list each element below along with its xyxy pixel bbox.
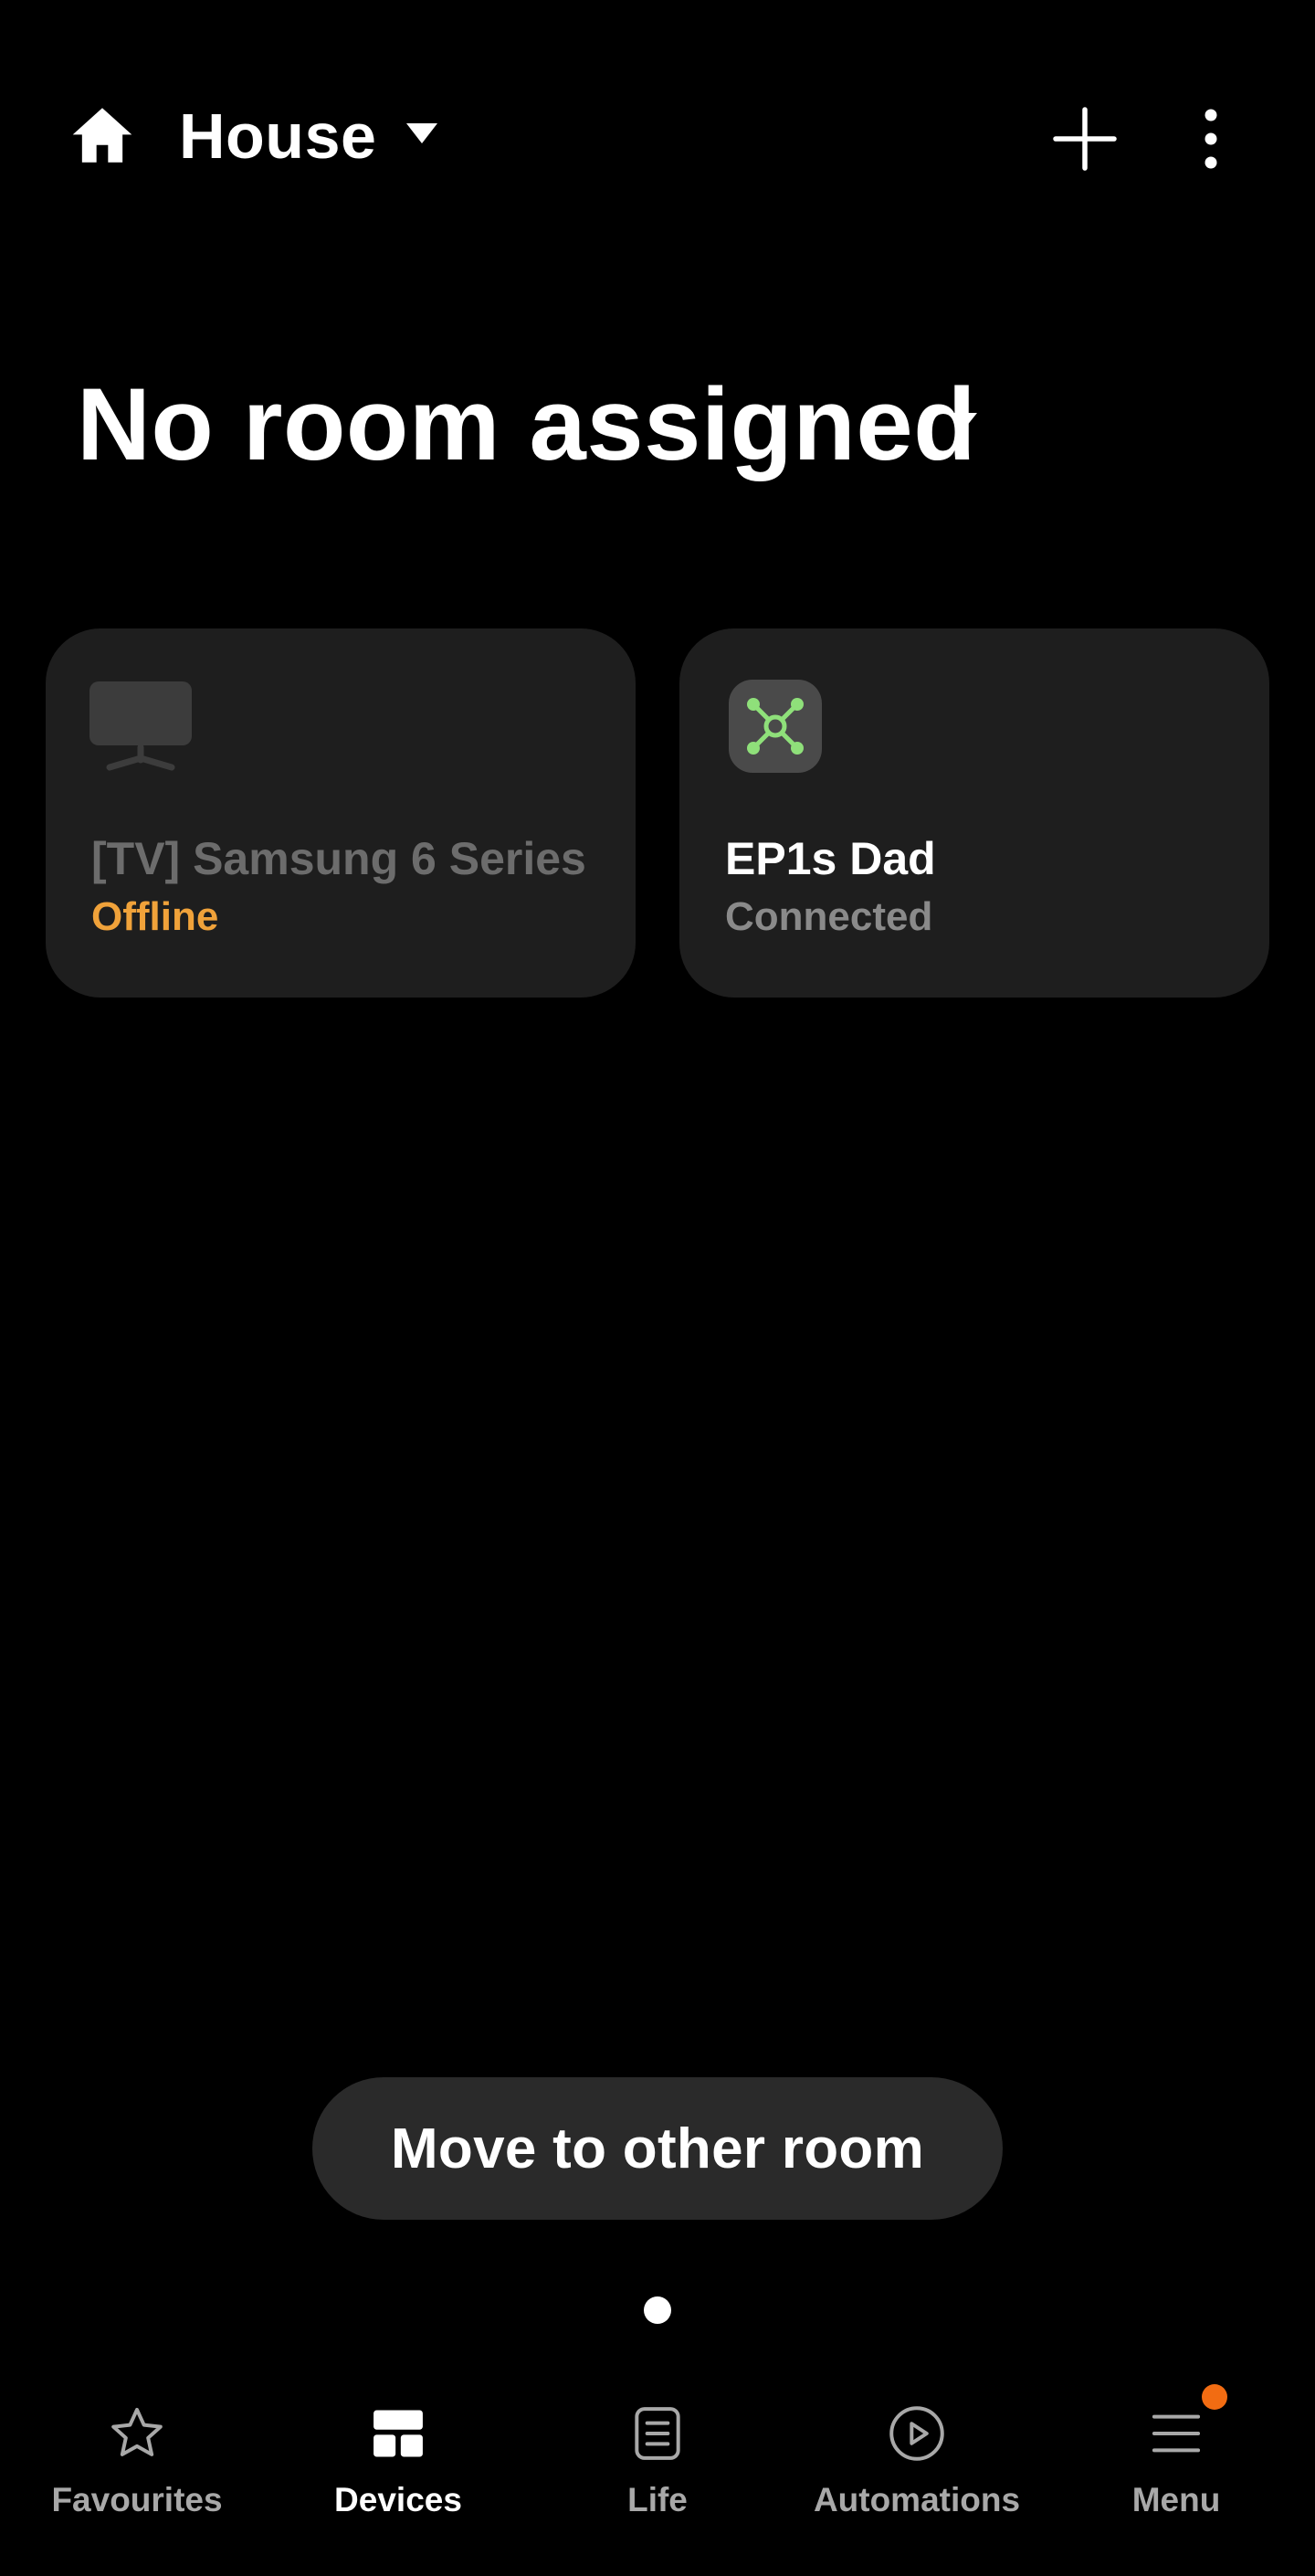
more-vertical-icon[interactable]: [1193, 102, 1229, 175]
bottom-navigation: Favourites Devices Life Automations Menu: [0, 2375, 1315, 2576]
device-name: [TV] Samsung 6 Series: [91, 833, 586, 884]
nav-life[interactable]: Life: [539, 2375, 776, 2558]
nav-label: Life: [627, 2481, 688, 2518]
plus-icon[interactable]: [1048, 102, 1121, 175]
caret-down-icon[interactable]: [405, 121, 439, 145]
device-status: Connected: [725, 894, 933, 939]
life-icon: [626, 2402, 689, 2465]
room-selector[interactable]: No room assigned: [77, 365, 976, 484]
home-icon[interactable]: [68, 100, 137, 170]
nav-favourites[interactable]: Favourites: [18, 2375, 256, 2558]
smartthings-screen: House No room assigned [TV] Samsung 6 Se…: [0, 0, 1315, 2576]
top-bar: House: [0, 0, 1315, 274]
caret-down-icon[interactable]: [946, 411, 979, 433]
move-to-other-room-button[interactable]: Move to other room: [312, 2077, 1003, 2220]
play-circle-icon: [886, 2402, 948, 2465]
home-name[interactable]: House: [179, 95, 376, 177]
notification-badge: [1202, 2384, 1227, 2410]
device-name: EP1s Dad: [725, 833, 936, 884]
page-indicator-dot: [644, 2296, 671, 2324]
nav-automations[interactable]: Automations: [798, 2375, 1036, 2558]
star-icon: [106, 2402, 168, 2465]
hub-icon: [729, 680, 822, 773]
device-status: Offline: [91, 894, 219, 939]
nav-label: Automations: [813, 2481, 1021, 2518]
nav-devices[interactable]: Devices: [279, 2375, 517, 2558]
nav-label: Devices: [334, 2481, 462, 2518]
nav-label: Menu: [1131, 2481, 1221, 2518]
tv-icon: [89, 680, 192, 782]
menu-icon: [1145, 2402, 1207, 2465]
nav-label: Favourites: [51, 2481, 223, 2518]
nav-menu[interactable]: Menu: [1057, 2375, 1295, 2558]
devices-grid-icon: [367, 2402, 429, 2465]
device-card-tv[interactable]: [TV] Samsung 6 Series Offline: [46, 628, 636, 998]
device-card-hub[interactable]: EP1s Dad Connected: [679, 628, 1269, 998]
